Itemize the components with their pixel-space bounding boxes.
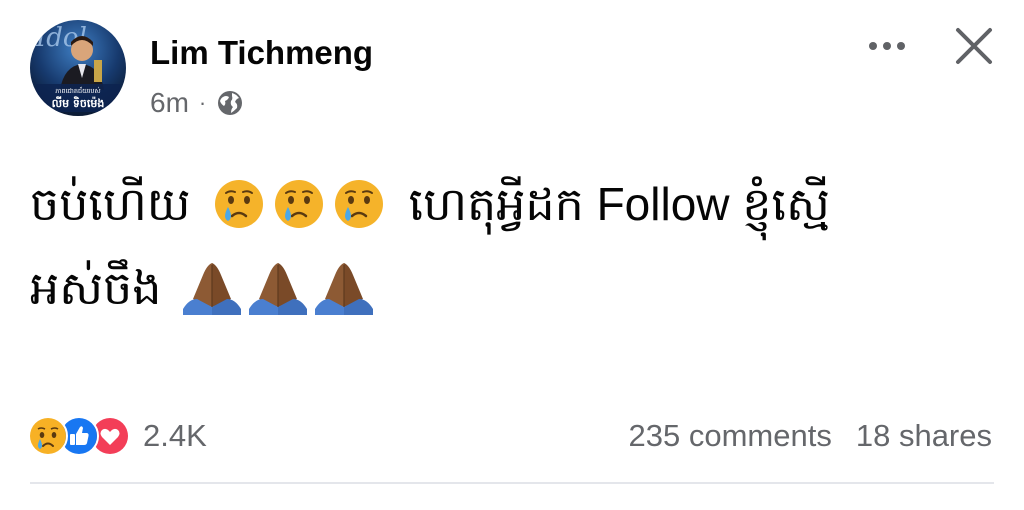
- facebook-post: Idol ភាពជោគជ័យរបស់ លីម ទិចម៉េង Lim Tichm…: [0, 0, 1024, 510]
- shares-count-link[interactable]: 18 shares: [856, 418, 992, 454]
- close-button[interactable]: [950, 22, 998, 70]
- avatar-overlay-line-2: លីម ទិចម៉េង: [52, 96, 105, 110]
- reaction-count: 2.4K: [143, 418, 207, 453]
- reactions-summary[interactable]: 2.4K: [28, 416, 207, 456]
- avatar-overlay-line-1: ភាពជោគជ័យរបស់: [55, 86, 100, 95]
- globe-icon: [216, 89, 244, 117]
- post-meta: 6m ·: [150, 86, 244, 120]
- author-name[interactable]: Lim Tichmeng: [150, 34, 373, 72]
- folded-hands-icon: [315, 263, 374, 315]
- folded-hands-icon: [249, 263, 308, 315]
- crying-face-icon: [274, 180, 323, 228]
- author-avatar[interactable]: Idol ភាពជោគជ័យរបស់ លីម ទិចម៉េង: [30, 20, 126, 116]
- post-text-segment: ហេតុអ្វីដក Follow ខ្ញុំស្មើ: [408, 178, 830, 230]
- close-icon: [956, 28, 992, 64]
- more-options-button[interactable]: [862, 28, 912, 64]
- folded-hands-icon: [183, 263, 242, 315]
- emoji-group: [181, 259, 379, 317]
- meta-separator: ·: [198, 90, 207, 115]
- divider: [30, 482, 994, 484]
- post-stats: 235 comments 18 shares: [629, 416, 992, 456]
- crying-face-icon: [334, 180, 383, 228]
- post-body: ចប់ហើយ ហេតុអ្វីដក Follow ខ្ញុំស្មើ អស់ចឹ…: [30, 148, 1010, 344]
- comments-count-link[interactable]: 235 comments: [629, 418, 832, 454]
- crying-face-icon: [214, 180, 263, 228]
- emoji-group: [211, 176, 391, 232]
- post-time[interactable]: 6m: [150, 87, 189, 119]
- sad-reaction-icon: [28, 416, 68, 456]
- post-text-segment: អស់ចឹង: [30, 262, 162, 314]
- more-options-icon: [869, 42, 905, 50]
